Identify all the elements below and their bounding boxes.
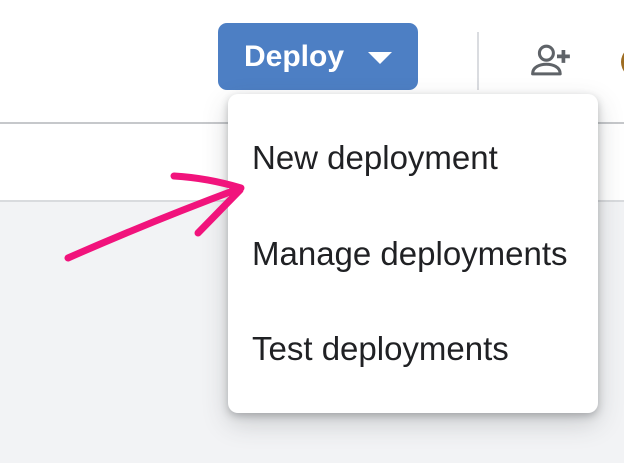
share-button[interactable] xyxy=(522,32,580,90)
dropdown-caret-icon xyxy=(368,52,392,64)
deploy-button-label: Deploy xyxy=(244,40,344,74)
deploy-dropdown-menu: New deployment Manage deployments Test d… xyxy=(228,94,598,413)
menu-item-new-deployment[interactable]: New deployment xyxy=(228,110,598,206)
menu-item-manage-deployments[interactable]: Manage deployments xyxy=(228,206,598,302)
header-vertical-divider xyxy=(477,32,479,90)
apps-script-editor-screenshot: Deploy New deployment Manage deployments… xyxy=(0,0,624,463)
deploy-button[interactable]: Deploy xyxy=(218,23,418,90)
menu-item-test-deployments[interactable]: Test deployments xyxy=(228,301,598,397)
person-add-icon xyxy=(528,40,574,82)
